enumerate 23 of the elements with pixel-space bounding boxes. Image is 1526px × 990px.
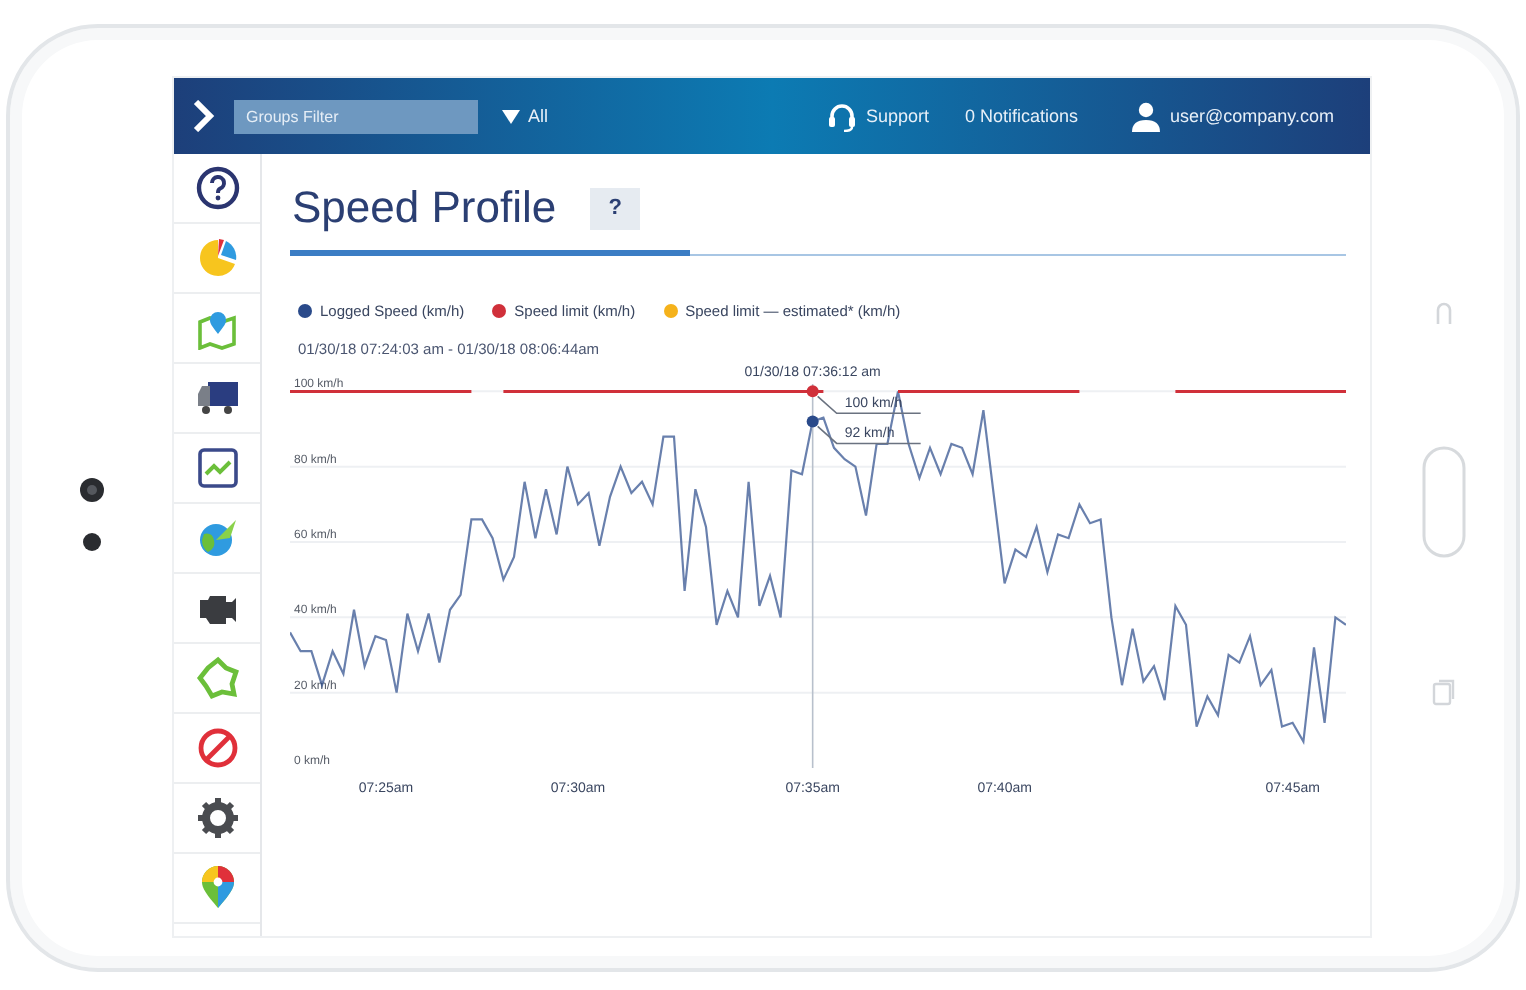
settings-icon[interactable] (195, 796, 239, 840)
support-link[interactable]: Support (865, 106, 929, 126)
chevron-icon[interactable] (192, 100, 216, 132)
map-pin-icon[interactable] (195, 306, 239, 350)
dropdown-caret-icon[interactable] (502, 109, 520, 123)
truck-icon[interactable] (195, 376, 239, 420)
user-account-link[interactable]: user@company.com (1170, 106, 1334, 126)
no-entry-icon[interactable] (195, 726, 239, 770)
page-title: Speed Profile (292, 182, 557, 234)
globe-icon[interactable] (195, 516, 239, 560)
sensor-icon (82, 532, 102, 552)
data-point (806, 415, 819, 428)
pie-chart-icon[interactable] (195, 236, 239, 280)
notifications-link[interactable]: 0 Notifications (964, 106, 1078, 126)
help-button[interactable]: ? (590, 187, 641, 229)
search-field[interactable]: Groups Filter (234, 99, 478, 133)
help-icon[interactable] (195, 166, 239, 210)
headset-icon[interactable] (825, 100, 858, 132)
user-icon[interactable] (1130, 100, 1162, 132)
data-point (806, 385, 819, 398)
camera-icon (78, 476, 106, 504)
line-chart-icon[interactable] (195, 446, 239, 490)
filter-value[interactable]: All (528, 106, 549, 126)
